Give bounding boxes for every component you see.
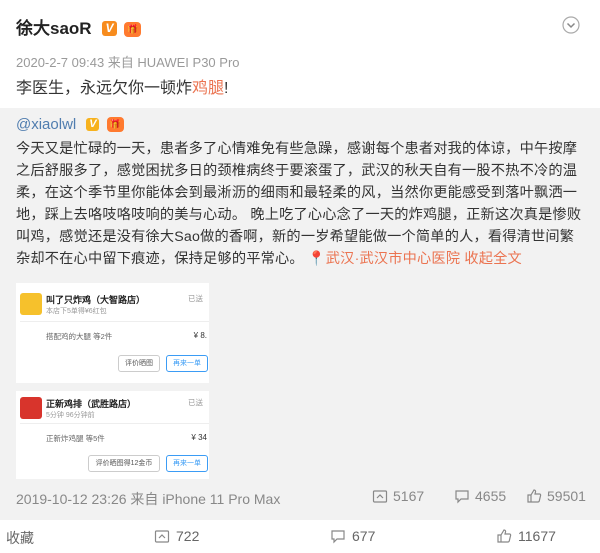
thumbs-up-icon xyxy=(527,489,542,503)
order-screenshot-1[interactable]: 叫了只炸鸡（大智路店） 本店下5单得¥6红包 已送 搭配鸡的大腿 等2件 ¥ 8… xyxy=(16,283,209,383)
shop-sub: 本店下5单得¥6红包 xyxy=(46,308,107,315)
repost-icon xyxy=(372,490,388,503)
verified-badge-icon: V xyxy=(86,118,100,131)
verified-badge-icon: V xyxy=(102,21,118,36)
order-price: ¥ 34 xyxy=(191,433,207,442)
repost-count: 722 xyxy=(176,528,200,544)
action-bar: 收藏 722 677 11677 xyxy=(0,520,600,553)
order-items: 正新炸鸡腿 等5件 xyxy=(46,434,105,443)
review-button: 评价晒图 xyxy=(118,355,160,372)
thumbs-up-icon xyxy=(497,529,512,543)
repost-username[interactable]: @xiaolwl xyxy=(16,116,76,133)
comment-count: 4655 xyxy=(475,488,507,504)
divider xyxy=(20,423,209,424)
shop-logo xyxy=(20,293,42,315)
repost-box[interactable]: @xiaolwl V 🎁 今天又是忙碌的一天，患者多了心情难免有些急躁，感谢每个… xyxy=(0,108,600,532)
like-button[interactable]: 11677 xyxy=(496,528,556,544)
shop-sub: 5分钟 96分钟前 xyxy=(46,412,95,419)
shop-name: 正新鸡排（武胜路店） xyxy=(46,399,137,409)
post-text-link[interactable]: 鸡腿 xyxy=(192,80,224,97)
reorder-button: 再来一单 xyxy=(166,355,208,372)
shop-logo xyxy=(20,397,42,419)
repost-time: 2019-10-12 23:26 来自 iPhone 11 Pro Max xyxy=(16,491,281,507)
post-text-end: ! xyxy=(224,80,229,97)
post-text-main: 李医生，永远欠你一顿炸 xyxy=(16,80,193,97)
repost-count-button[interactable]: 5167 xyxy=(372,488,424,504)
like-count-button[interactable]: 59501 xyxy=(526,488,586,504)
repost-username-row: @xiaolwl V 🎁 xyxy=(16,116,124,133)
order-screenshot-2[interactable]: 正新鸡排（武胜路店） 5分钟 96分钟前 已送 正新炸鸡腿 等5件 ¥ 34 评… xyxy=(16,391,209,479)
post-header: 徐大saoR V 🎁 xyxy=(16,14,584,38)
location-link[interactable]: 📍武汉·武汉市中心医院 xyxy=(308,251,460,267)
post-username[interactable]: 徐大saoR xyxy=(16,19,92,38)
repost-count: 5167 xyxy=(393,488,425,504)
collapse-link[interactable]: 收起全文 xyxy=(464,251,522,267)
comment-count-button[interactable]: 4655 xyxy=(454,488,506,504)
favorite-label: 收藏 xyxy=(6,530,34,546)
repost-text: 今天又是忙碌的一天，患者多了心情难免有些急躁，感谢每个患者对我的体谅，中午按摩之… xyxy=(16,138,586,270)
repost-icon xyxy=(154,530,170,543)
comment-icon xyxy=(455,490,469,504)
order-status: 已送 xyxy=(188,294,203,303)
favorite-button[interactable]: 收藏 xyxy=(6,528,34,548)
divider xyxy=(20,321,209,322)
order-items: 搭配鸡的大腿 等2件 xyxy=(46,332,113,341)
repost-button[interactable]: 722 xyxy=(154,528,199,544)
shop-name: 叫了只炸鸡（大智路店） xyxy=(46,295,146,305)
like-count: 11677 xyxy=(518,528,556,544)
member-gift-icon: 🎁 xyxy=(106,117,124,132)
review-button: 评价晒图得12金币 xyxy=(88,455,160,472)
like-count: 59501 xyxy=(547,488,586,504)
comment-count: 677 xyxy=(352,528,376,544)
post-text: 李医生，永远欠你一顿炸鸡腿! xyxy=(16,74,228,98)
repost-footer: 2019-10-12 23:26 来自 iPhone 11 Pro Max 51… xyxy=(16,486,586,508)
post-meta: 2020-2-7 09:43 来自 HUAWEI P30 Pro xyxy=(16,55,240,70)
comment-button[interactable]: 677 xyxy=(330,528,375,544)
location-label: 武汉·武汉市中心医院 xyxy=(325,251,461,267)
order-status: 已送 xyxy=(188,398,203,407)
repost-text-body: 今天又是忙碌的一天，患者多了心情难免有些急躁，感谢每个患者对我的体谅，中午按摩之… xyxy=(16,141,582,267)
reorder-button: 再来一单 xyxy=(166,455,208,472)
order-price: ¥ 8. xyxy=(193,331,207,340)
comment-icon xyxy=(331,530,345,544)
member-gift-icon: 🎁 xyxy=(124,22,142,37)
chevron-down-icon[interactable] xyxy=(562,16,580,34)
